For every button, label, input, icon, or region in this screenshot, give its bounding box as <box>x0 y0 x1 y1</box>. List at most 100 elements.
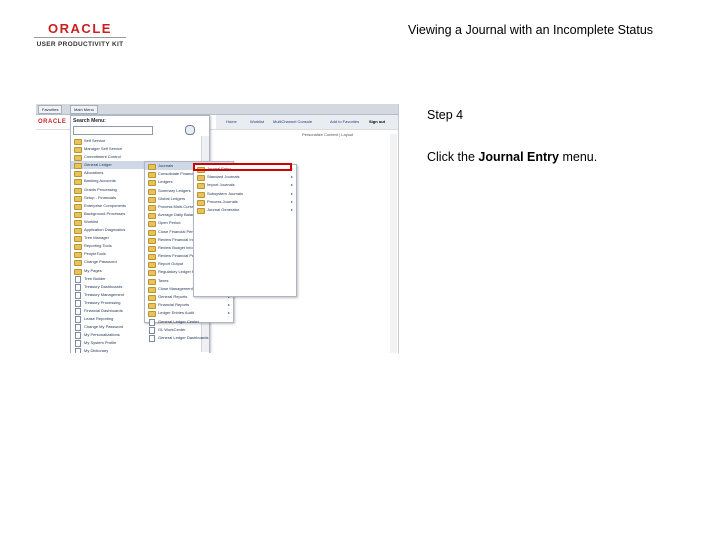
folder-icon <box>148 295 156 301</box>
menu-item-label: Lease Reporting <box>84 316 114 322</box>
menu-item[interactable]: Manager Self Service <box>71 145 209 154</box>
folder-icon <box>197 199 205 206</box>
document-icon <box>75 291 81 299</box>
submenu-arrow-icon: ▸ <box>290 174 293 180</box>
menu-item-label: My Dictionary <box>84 348 109 353</box>
folder-icon <box>148 204 156 211</box>
document-icon <box>75 283 81 291</box>
submenu-arrow-icon: ▸ <box>290 182 293 188</box>
menu-item-label: Allocations <box>84 170 104 176</box>
folder-icon <box>74 211 82 218</box>
folder-icon <box>148 213 156 220</box>
menu-item[interactable]: Import Journals ▸ <box>194 181 296 190</box>
folder-icon <box>148 229 156 236</box>
folder-icon <box>148 262 156 269</box>
folder-icon <box>148 172 156 179</box>
folder-icon <box>148 245 156 252</box>
folder-icon <box>74 244 82 251</box>
folder-icon <box>74 171 82 178</box>
menu-item-label: Treasury Management <box>84 291 125 297</box>
oracle-wordmark: ORACLE <box>48 21 112 36</box>
document-icon <box>75 324 81 332</box>
menu-item[interactable]: Standard Journals ▸ <box>194 173 296 182</box>
home-link[interactable]: Home <box>226 119 237 124</box>
favorites-nav-button[interactable]: Favorites <box>38 105 63 114</box>
personalize-links[interactable]: Personalize Content | Layout <box>302 132 353 137</box>
menu-item-label: Standard Journals <box>207 174 240 180</box>
header-links: Home Worklist MultiChannel Console Add t… <box>216 115 398 129</box>
folder-icon <box>74 195 82 202</box>
search-menu-input[interactable] <box>73 126 153 135</box>
multichannel-console-link[interactable]: MultiChannel Console <box>273 119 312 124</box>
folder-icon <box>74 147 82 154</box>
application-screenshot: Favorites Main Menu ORACLE Home Worklist… <box>36 104 399 353</box>
menu-item[interactable]: GL WorkCenter <box>145 326 233 334</box>
menu-item-label: Ledger Entries Audit <box>158 310 195 316</box>
folder-icon <box>74 187 82 194</box>
add-to-favorites-link[interactable]: Add to Favorites <box>330 119 359 124</box>
menu-item-label: Financial Reports <box>158 302 190 308</box>
folder-icon <box>148 188 156 195</box>
folder-icon <box>74 139 82 145</box>
folder-icon <box>148 311 156 318</box>
menu-item[interactable]: Journal Generator ▸ <box>194 206 296 214</box>
menu-item-label: Process Journals <box>207 198 238 204</box>
folder-icon <box>197 183 205 190</box>
logo-divider <box>34 37 126 38</box>
menu-item-label: Report Output <box>158 261 184 267</box>
folder-icon <box>74 203 82 210</box>
document-icon <box>75 299 81 307</box>
step-label: Step 4 <box>427 108 464 122</box>
folder-icon <box>148 270 156 277</box>
menu-item-label: Open Period <box>158 220 181 226</box>
folder-icon <box>74 236 82 243</box>
menu-item-label: Banking Accounts <box>84 178 116 184</box>
upk-subtitle: USER PRODUCTIVITY KIT <box>36 41 124 48</box>
search-menu-label: Search Menu: <box>73 118 106 124</box>
menu-item-label: Close Management <box>158 285 193 291</box>
submenu-arrow-icon: ▸ <box>290 206 293 212</box>
folder-icon <box>74 260 82 267</box>
main-menu-nav-button[interactable]: Main Menu <box>70 105 98 114</box>
document-icon <box>149 334 155 342</box>
menu-item[interactable]: Self Service <box>71 137 209 145</box>
page-scrollbar[interactable] <box>390 134 397 353</box>
navigation-bar: Favorites Main Menu <box>36 104 398 115</box>
menu-item[interactable]: General Ledger Dashboards <box>145 334 233 342</box>
search-go-icon[interactable] <box>185 125 195 135</box>
menu-item[interactable]: Financial Reports ▸ <box>145 301 233 310</box>
menu-item-label: GL WorkCenter <box>158 326 186 332</box>
document-icon <box>75 332 81 340</box>
menu-item-label: Financial Dashboards <box>84 307 123 313</box>
menu-item[interactable]: Ledger Entries Audit ▸ <box>145 309 233 318</box>
menu-item-label: Journal Generator <box>207 206 240 212</box>
menu-item-label: Self Service <box>84 138 106 143</box>
menu-item-label: Tree Builder <box>84 275 106 281</box>
menu-item-label: My Pages <box>84 267 102 273</box>
menu-item-label: Application Diagnostics <box>84 227 126 233</box>
menu-item-label: Journals <box>158 163 174 168</box>
instruction-suffix: menu. <box>558 150 598 164</box>
submenu-arrow-icon: ▸ <box>227 310 230 316</box>
folder-icon <box>197 207 205 214</box>
sign-out-link[interactable]: Sign out <box>369 119 385 124</box>
menu-item-label: My Personalizations <box>84 332 120 338</box>
menu-item[interactable]: My Dictionary <box>71 347 209 353</box>
menu-item-label: Manager Self Service <box>84 146 123 152</box>
journals-submenu: Journal Entry ▸ Standard Journals ▸ Import J… <box>193 164 297 297</box>
menu-item[interactable]: General Ledger Center <box>145 318 233 326</box>
portal-logo: ORACLE <box>38 119 67 125</box>
oracle-upk-logo: ORACLE USER PRODUCTIVITY KIT <box>34 22 126 49</box>
worklist-link[interactable]: Worklist <box>250 119 264 124</box>
folder-icon <box>148 196 156 203</box>
document-icon <box>75 307 81 315</box>
document-icon <box>75 348 81 353</box>
document-icon <box>75 275 81 283</box>
document-icon <box>75 316 81 324</box>
menu-item-label: Taxes <box>158 277 169 283</box>
menu-item[interactable]: Subsystem Journals ▸ <box>194 190 296 198</box>
menu-item[interactable]: Process Journals ▸ <box>194 198 296 206</box>
step-instruction: Click the Journal Entry menu. <box>427 150 597 164</box>
menu-item-label: General Ledger Dashboards <box>158 334 209 340</box>
menu-item-label: Treasury Processing <box>84 299 121 305</box>
